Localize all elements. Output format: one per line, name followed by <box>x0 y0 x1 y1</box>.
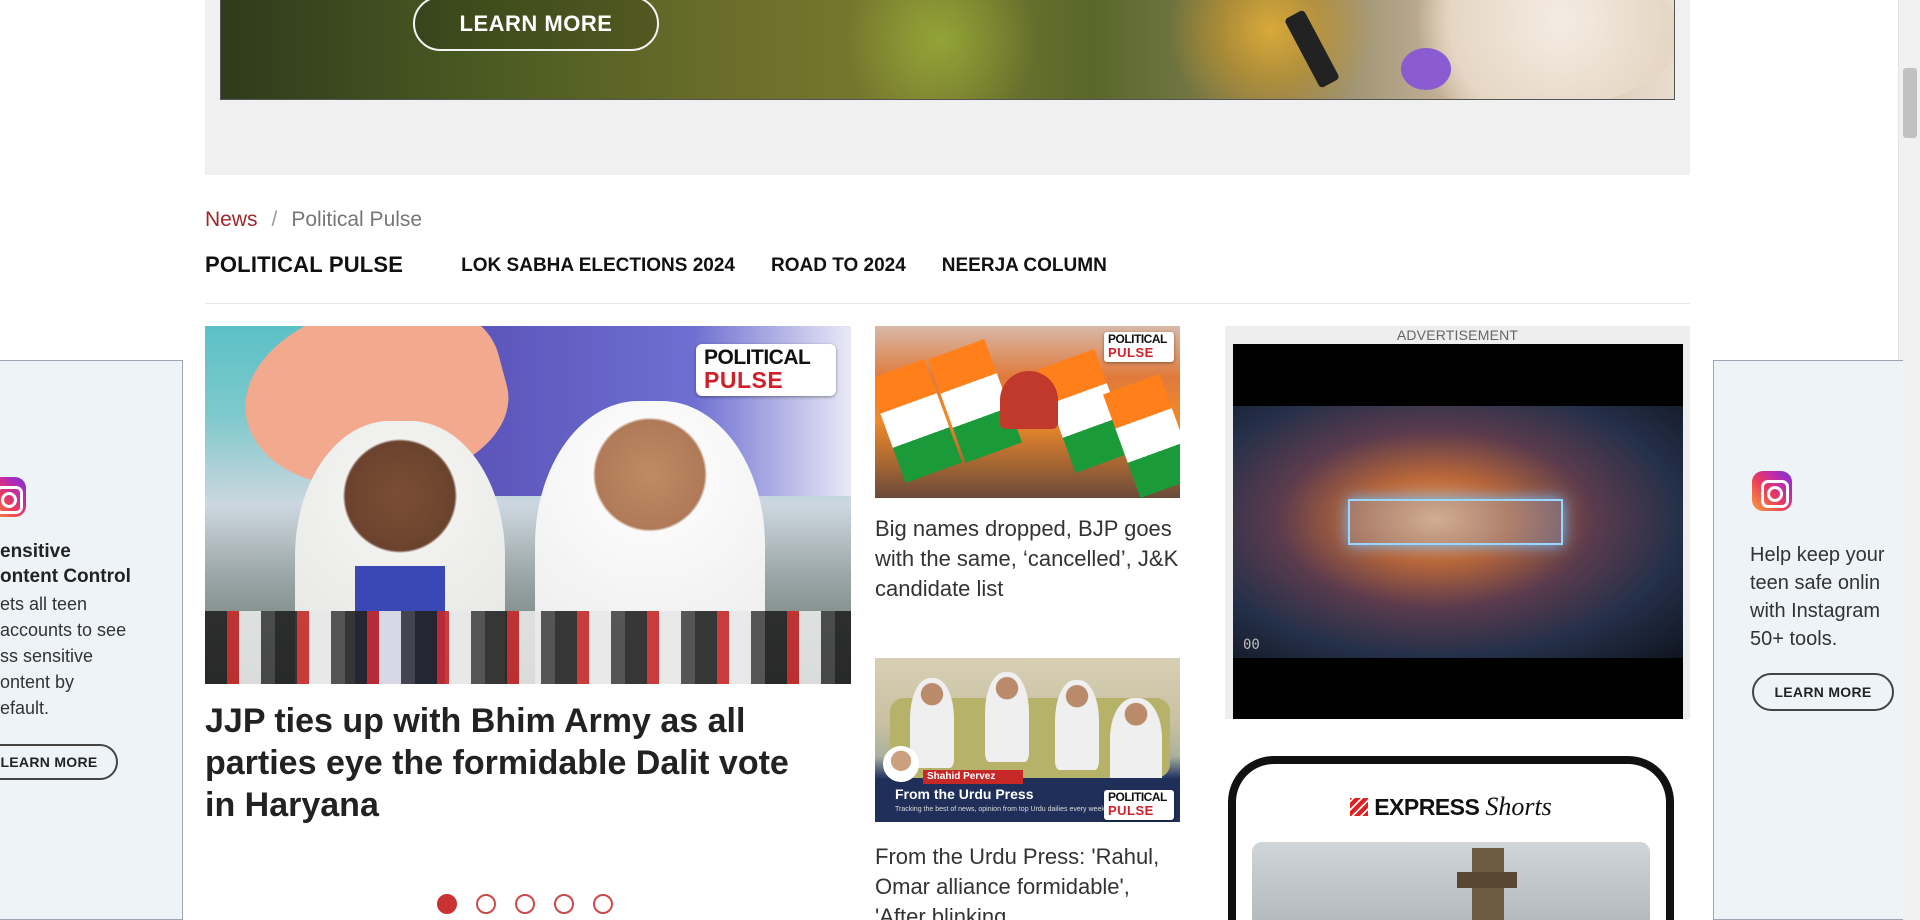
column-subtitle: Tracking the best of news, opinion from … <box>895 806 1105 813</box>
carousel-dot-2[interactable] <box>476 894 496 914</box>
author-name: Shahid Pervez <box>923 770 1023 784</box>
express-shorts-widget[interactable]: EXPRESS Shorts <box>1228 756 1674 920</box>
side-story-bjp-image[interactable]: POLITICAL PULSE <box>875 326 1180 498</box>
political-pulse-badge: POLITICAL PULSE <box>696 344 836 396</box>
carousel-dot-1[interactable] <box>437 894 457 914</box>
carousel-dot-3[interactable] <box>515 894 535 914</box>
nav-link-lok-sabha-elections[interactable]: LOK SABHA ELECTIONS 2024 <box>461 252 735 277</box>
nav-link-neerja-column[interactable]: NEERJA COLUMN <box>942 252 1107 277</box>
advertisement-label: ADVERTISEMENT <box>1396 327 1519 343</box>
right-video-ad: ADVERTISEMENT 00 <box>1225 326 1690 719</box>
political-pulse-badge: POLITICAL PULSE <box>1104 332 1174 362</box>
breadcrumb: News / Political Pulse <box>205 208 422 232</box>
breadcrumb-current: Political Pulse <box>291 208 423 231</box>
political-pulse-badge: POLITICAL PULSE <box>1104 790 1174 820</box>
main-story-headline[interactable]: JJP ties up with Bhim Army as all partie… <box>205 700 825 826</box>
left-ad-heading: ensitive ontent Control <box>0 541 131 587</box>
breadcrumb-news-link[interactable]: News <box>205 208 258 232</box>
scrollbar-thumb[interactable] <box>1903 68 1917 138</box>
instagram-icon <box>0 477 26 517</box>
right-ad-learn-more-button[interactable]: LEARN MORE <box>1752 673 1894 711</box>
video-timestamp: 00 <box>1243 637 1260 653</box>
shorts-label: Shorts <box>1485 792 1552 821</box>
section-nav: POLITICAL PULSE LOK SABHA ELECTIONS 2024… <box>205 252 1690 304</box>
breadcrumb-separator: / <box>271 208 278 231</box>
left-side-ad[interactable]: ensitive ontent Control ets all teen acc… <box>0 360 183 920</box>
express-shorts-logo: EXPRESS Shorts <box>1236 792 1666 822</box>
right-ad-body: Help keep your teen safe onlin with Inst… <box>1750 544 1885 650</box>
author-avatar <box>883 746 919 782</box>
top-ad-banner[interactable]: LEARN MORE <box>220 0 1675 100</box>
carousel-dots <box>437 894 613 914</box>
top-ad-container: LEARN MORE <box>205 0 1690 175</box>
nav-link-road-to-2024[interactable]: ROAD TO 2024 <box>771 252 906 277</box>
side-story-bjp[interactable]: POLITICAL PULSE Big names dropped, BJP g… <box>875 326 1180 604</box>
ad-learn-more-button[interactable]: LEARN MORE <box>413 0 659 51</box>
shorts-video-thumbnail[interactable] <box>1252 842 1650 920</box>
side-story-urdu-press-image[interactable]: Shahid Pervez From the Urdu Press Tracki… <box>875 658 1180 822</box>
side-story-urdu-press[interactable]: Shahid Pervez From the Urdu Press Tracki… <box>875 658 1180 920</box>
express-logo-icon <box>1350 798 1369 816</box>
carousel-dot-5[interactable] <box>593 894 613 914</box>
section-title[interactable]: POLITICAL PULSE <box>205 252 403 278</box>
right-side-ad[interactable]: Help keep your teen safe onlin with Inst… <box>1713 360 1903 920</box>
lotus-icon <box>1000 371 1058 429</box>
left-ad-learn-more-button[interactable]: LEARN MORE <box>0 744 118 780</box>
left-ad-body: ets all teen accounts to see ss sensitiv… <box>0 594 127 718</box>
ad-toy-image <box>1401 48 1451 90</box>
carousel-dot-4[interactable] <box>554 894 574 914</box>
column-title: From the Urdu Press <box>895 786 1034 802</box>
instagram-icon <box>1752 471 1792 511</box>
express-brand: EXPRESS <box>1374 793 1480 820</box>
side-story-bjp-title[interactable]: Big names dropped, BJP goes with the sam… <box>875 514 1180 604</box>
side-story-urdu-press-title[interactable]: From the Urdu Press: 'Rahul, Omar allian… <box>875 842 1180 920</box>
ad-video-player[interactable]: 00 <box>1233 344 1683 719</box>
main-story[interactable]: POLITICAL PULSE JJP ties up with Bhim Ar… <box>205 326 851 826</box>
main-story-image[interactable]: POLITICAL PULSE <box>205 326 851 684</box>
